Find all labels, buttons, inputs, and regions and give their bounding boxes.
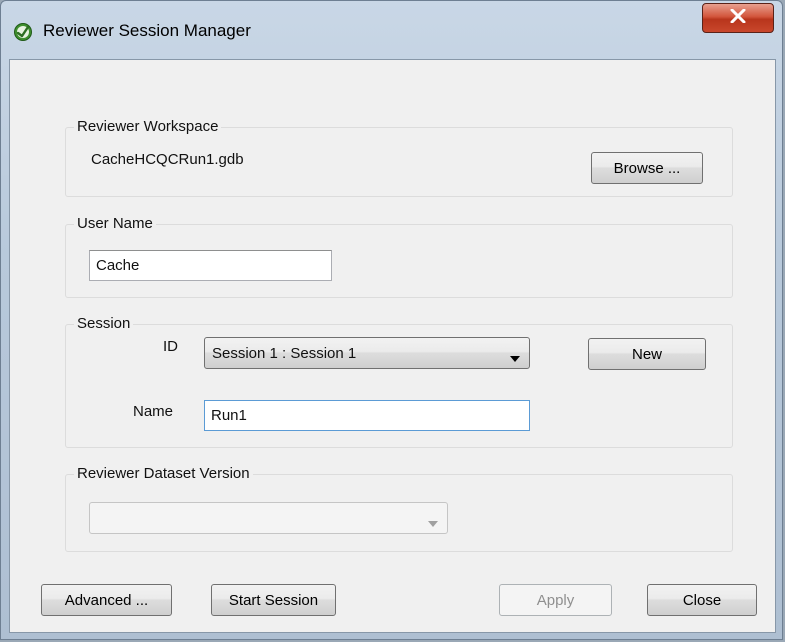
session-name-input[interactable]: Run1 [204, 400, 530, 431]
close-button[interactable]: Close [647, 584, 757, 616]
session-name-label: Name [133, 403, 174, 420]
reviewer-workspace-legend: Reviewer Workspace [74, 117, 222, 137]
new-session-button[interactable]: New [588, 338, 706, 370]
reviewer-workspace-group: Reviewer Workspace CacheHCQCRun1.gdb Bro… [65, 117, 733, 197]
workspace-path: CacheHCQCRun1.gdb [91, 151, 244, 168]
session-id-value: Session 1 : Session 1 [212, 344, 357, 362]
session-group: Session ID Session 1 : Session 1 New Nam… [65, 314, 733, 448]
advanced-button[interactable]: Advanced ... [41, 584, 172, 616]
title-bar[interactable]: Reviewer Session Manager [1, 1, 782, 59]
close-x-icon [730, 8, 746, 27]
session-id-label: ID [163, 338, 178, 355]
dataset-version-dropdown [89, 502, 448, 534]
start-session-button[interactable]: Start Session [211, 584, 336, 616]
user-name-input[interactable]: Cache [89, 250, 332, 281]
session-id-dropdown[interactable]: Session 1 : Session 1 [204, 337, 530, 369]
user-name-legend: User Name [74, 214, 156, 234]
dataset-version-legend: Reviewer Dataset Version [74, 464, 253, 484]
session-legend: Session [74, 314, 134, 334]
dataset-version-group: Reviewer Dataset Version [65, 464, 733, 552]
apply-button: Apply [499, 584, 612, 616]
window-title: Reviewer Session Manager [43, 21, 251, 40]
dropdown-arrow-icon [510, 349, 520, 366]
window-close-button[interactable] [702, 3, 774, 33]
dropdown-arrow-icon [428, 514, 438, 531]
browse-button[interactable]: Browse ... [591, 152, 703, 184]
reviewer-check-icon [13, 22, 33, 42]
dialog-client-area: Reviewer Workspace CacheHCQCRun1.gdb Bro… [9, 59, 776, 633]
dialog-window: Reviewer Session Manager Reviewer Worksp… [0, 0, 783, 640]
user-name-group: User Name Cache [65, 214, 733, 298]
